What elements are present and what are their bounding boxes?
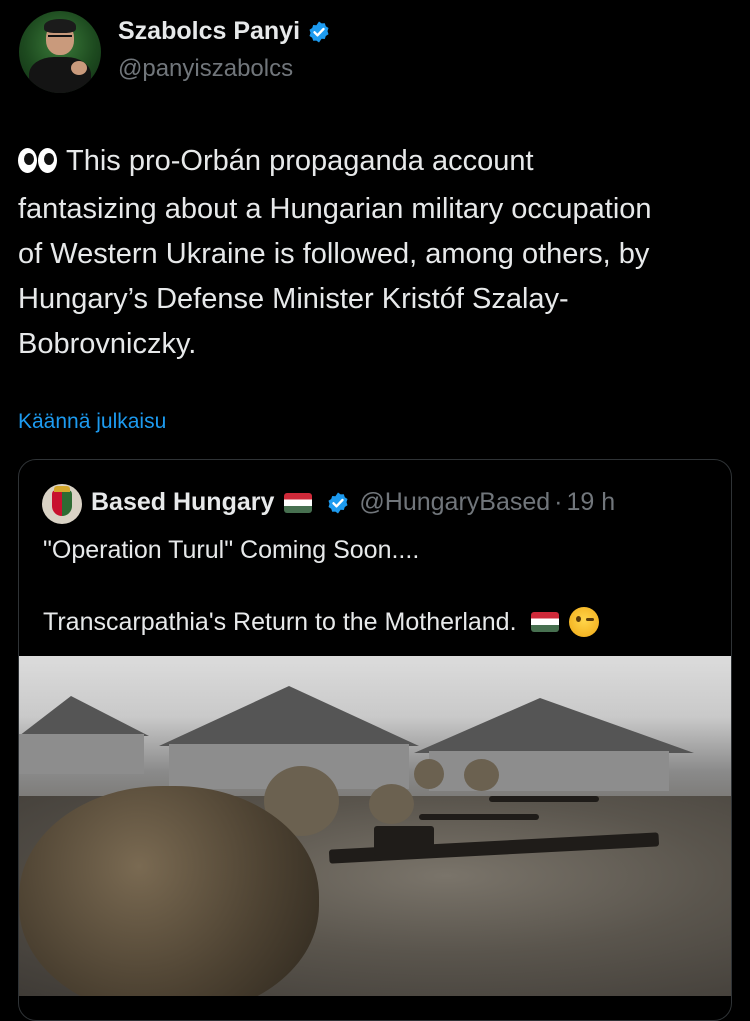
- hungary-flag-icon: [530, 612, 559, 632]
- verified-badge-icon: [309, 21, 329, 42]
- rifle: [419, 814, 539, 820]
- quoted-tweet-card[interactable]: Based Hungary @HungaryBased · 19 h "Oper…: [18, 459, 732, 1021]
- avatar-glasses: [48, 35, 72, 42]
- soldier-figure: [414, 759, 444, 789]
- tweet-text: This pro-Orbán propaganda account fantas…: [18, 145, 652, 360]
- house-roof: [159, 686, 419, 746]
- author-name-row[interactable]: Szabolcs Panyi: [118, 17, 331, 46]
- separator-dot: ·: [554, 488, 563, 516]
- soldier-figure: [464, 759, 499, 791]
- quoted-tweet-media-image[interactable]: [19, 656, 731, 996]
- coat-of-arms-icon: [52, 490, 72, 516]
- crown-icon: [54, 486, 70, 492]
- quoted-tweet-timestamp[interactable]: 19 h: [566, 488, 615, 517]
- tweet-body: This pro-Orbán propaganda account fantas…: [18, 139, 733, 367]
- house-wall: [19, 734, 144, 774]
- quoted-author-name[interactable]: Based Hungary: [91, 488, 274, 517]
- soldier-figure: [369, 784, 414, 824]
- hungary-flag-icon: [284, 492, 313, 513]
- gun-stock: [374, 826, 434, 856]
- verified-badge-icon: [328, 492, 348, 513]
- quoted-author-avatar[interactable]: [42, 484, 82, 524]
- winking-face-icon: [568, 607, 599, 637]
- avatar-hand: [71, 61, 87, 75]
- quoted-tweet-line-2-row: Transcarpathia's Return to the Motherlan…: [43, 607, 599, 637]
- rifle: [489, 796, 599, 802]
- eyes-emoji-icon: [18, 142, 58, 187]
- translate-post-link[interactable]: Käännä julkaisu: [18, 410, 166, 434]
- author-name[interactable]: Szabolcs Panyi: [118, 17, 300, 46]
- house-roof: [19, 696, 149, 736]
- soldier-foreground: [19, 786, 319, 996]
- house-roof: [414, 698, 694, 753]
- quoted-author-handle[interactable]: @HungaryBased: [359, 488, 550, 517]
- author-handle[interactable]: @panyiszabolcs: [118, 55, 293, 83]
- quoted-tweet-line-1: "Operation Turul" Coming Soon....: [43, 536, 420, 564]
- avatar-hair: [44, 19, 76, 33]
- author-avatar[interactable]: [19, 11, 101, 93]
- quoted-tweet-line-2: Transcarpathia's Return to the Motherlan…: [43, 607, 517, 636]
- quoted-tweet-header: Based Hungary @HungaryBased · 19 h: [91, 488, 615, 517]
